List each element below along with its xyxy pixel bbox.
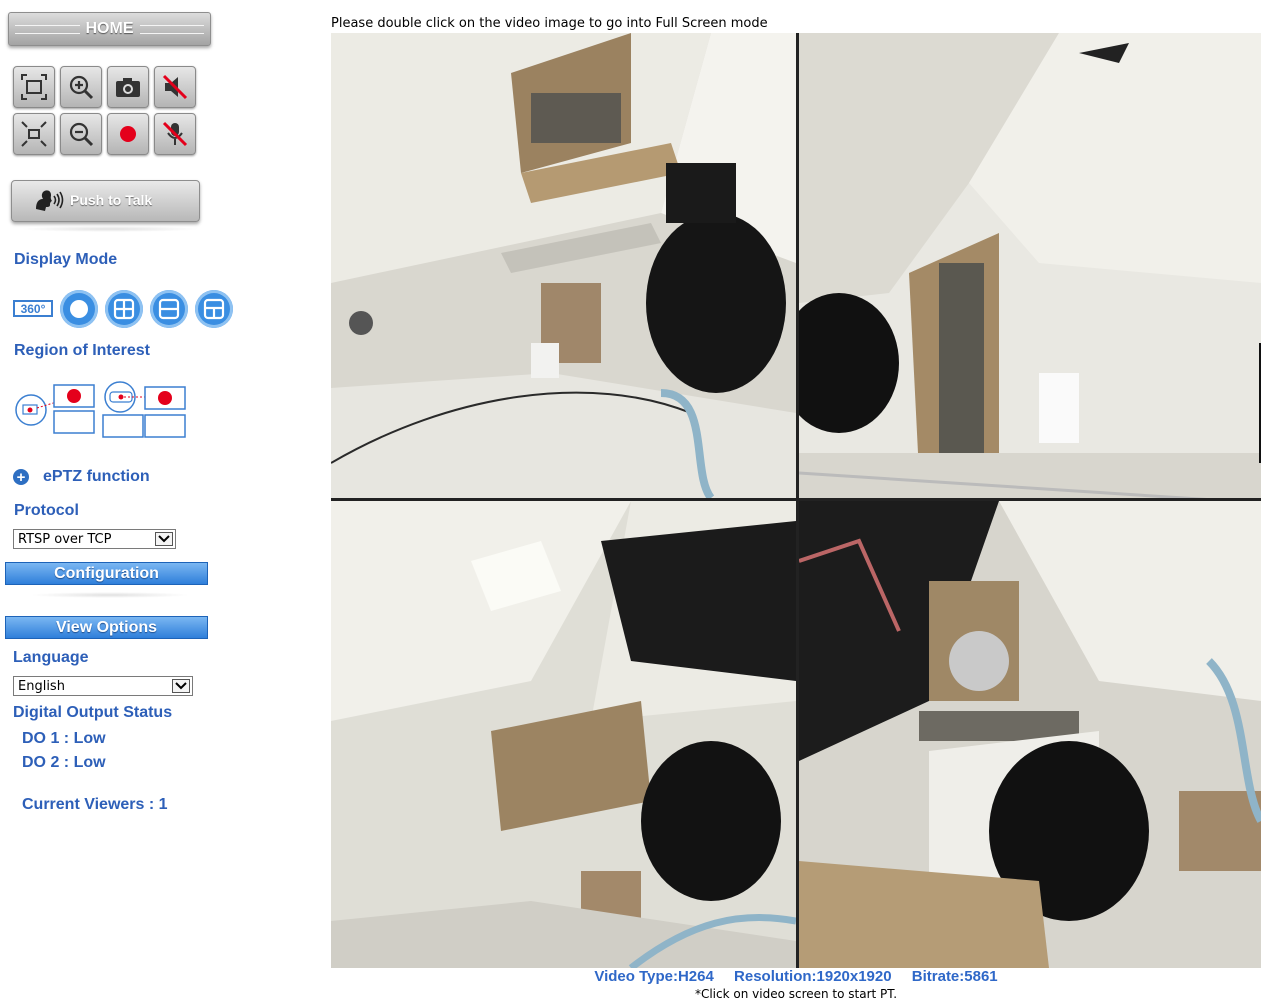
language-select-value: English [18, 679, 65, 694]
home-button[interactable]: HOME [8, 12, 211, 46]
speaking-head-icon [36, 190, 64, 211]
record-button[interactable] [107, 113, 149, 155]
mute-speaker-icon [162, 74, 188, 100]
quad-view-icon [113, 298, 135, 320]
protocol-select[interactable]: RTSP over TCP [13, 529, 176, 549]
display-mode-title: Display Mode [14, 251, 118, 268]
video-bitrate: Bitrate:5861 [911, 968, 998, 985]
mode-360-badge[interactable]: 360° [13, 300, 53, 317]
current-viewers: Current Viewers : 1 [22, 796, 168, 813]
configuration-button[interactable]: Configuration [5, 562, 208, 585]
video-view-3[interactable] [331, 501, 796, 968]
dual-panorama-icon [158, 298, 180, 320]
video-display[interactable] [331, 33, 1261, 968]
fullscreen-button[interactable] [13, 66, 55, 108]
chevron-down-icon [155, 532, 173, 546]
record-icon [120, 126, 136, 142]
digital-output-title: Digital Output Status [13, 704, 173, 721]
video-type: Video Type:H264 [594, 968, 714, 985]
control-sidebar: HOME Push to Talk Display Mode 360° Regi… [0, 0, 330, 1001]
zoom-out-button[interactable] [60, 113, 102, 155]
video-view-4[interactable] [799, 501, 1261, 968]
protocol-select-value: RTSP over TCP [18, 532, 112, 547]
split-view-icon [203, 298, 225, 320]
mute-speaker-button[interactable] [154, 66, 196, 108]
mode-quad-button[interactable] [105, 290, 143, 328]
eptz-function-link[interactable]: ePTZ function [43, 468, 150, 486]
video-view-2[interactable] [799, 33, 1261, 498]
fullscreen-icon [21, 74, 47, 100]
expand-plus-icon[interactable]: + [13, 469, 29, 485]
mode-dual-panorama-button[interactable] [150, 290, 188, 328]
snapshot-icon [116, 78, 140, 97]
exit-fullscreen-icon [21, 121, 47, 147]
do2-status: DO 2 : Low [22, 754, 106, 771]
push-to-talk-button[interactable]: Push to Talk [11, 180, 200, 222]
region-of-interest-title: Region of Interest [14, 342, 151, 359]
zoom-out-icon [69, 122, 94, 147]
mute-microphone-icon [162, 121, 188, 147]
mode-fisheye-button[interactable] [60, 290, 98, 328]
video-view-1[interactable] [331, 33, 796, 498]
zoom-in-icon [69, 75, 94, 100]
protocol-title: Protocol [14, 502, 79, 519]
exit-fullscreen-button[interactable] [13, 113, 55, 155]
fullscreen-notice: Please double click on the video image t… [331, 16, 768, 31]
pt-hint: *Click on video screen to start PT. [694, 987, 898, 1001]
region-of-interest-diagram[interactable] [13, 380, 188, 442]
do1-status: DO 1 : Low [22, 730, 106, 747]
stream-info: Video Type:H264 Resolution:1920x1920 Bit… [331, 968, 1261, 985]
language-select[interactable]: English [13, 676, 193, 696]
fisheye-circle-icon [70, 300, 88, 318]
language-title: Language [13, 649, 89, 666]
video-resolution: Resolution:1920x1920 [734, 968, 892, 985]
chevron-down-icon [172, 679, 190, 693]
mode-split-button[interactable] [195, 290, 233, 328]
view-options-button[interactable]: View Options [5, 616, 208, 639]
snapshot-button[interactable] [107, 66, 149, 108]
zoom-in-button[interactable] [60, 66, 102, 108]
mute-microphone-button[interactable] [154, 113, 196, 155]
